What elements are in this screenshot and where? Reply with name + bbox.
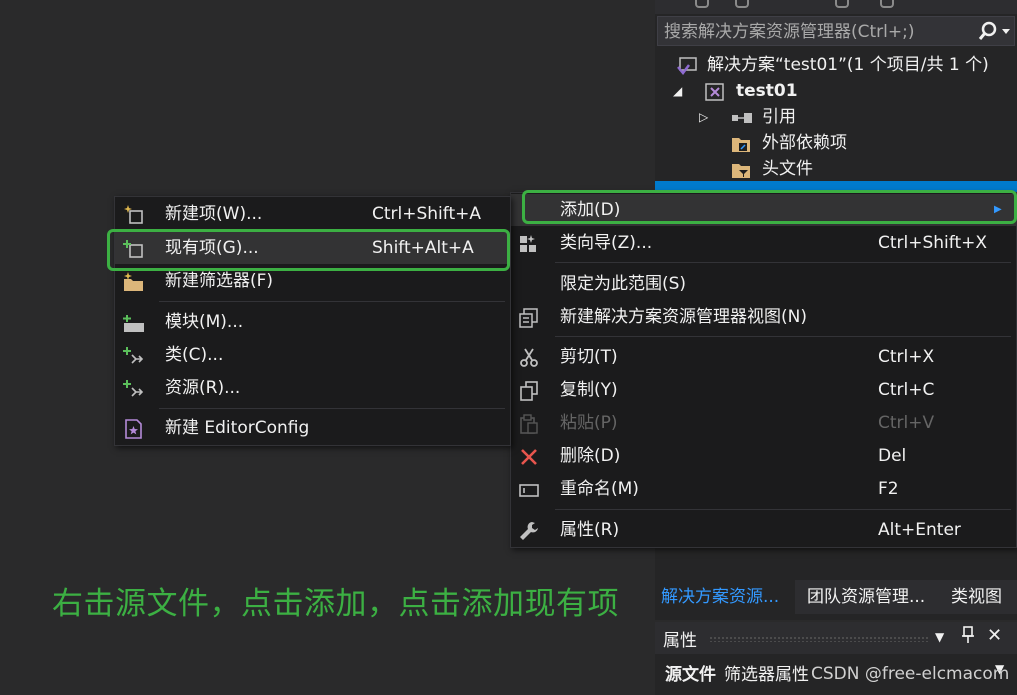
watermark: CSDN @free-elcmacom bbox=[811, 664, 1010, 684]
menu-item-shortcut: Ctrl+X bbox=[878, 347, 935, 367]
menu-item-label: 剪切(T) bbox=[560, 347, 618, 367]
tree-item-header-files[interactable]: 头文件 bbox=[655, 156, 1017, 182]
instruction-annotation: 右击源文件，点击添加，点击添加现有项 bbox=[52, 586, 619, 622]
submenu-item-class[interactable]: 类(C)... bbox=[115, 339, 510, 371]
module-icon bbox=[123, 312, 144, 332]
collapsed-arrow-icon[interactable]: ▷ bbox=[699, 104, 708, 130]
menu-item-label: 类(C)... bbox=[165, 345, 224, 365]
menu-item-cut[interactable]: 剪切(T) Ctrl+X bbox=[511, 341, 1016, 373]
menu-item-label: 类向导(Z)... bbox=[560, 233, 653, 253]
copy-icon bbox=[519, 380, 539, 401]
menu-item-scope-to-this[interactable]: 限定为此范围(S) bbox=[511, 268, 1016, 300]
context-menu: 添加(D) ▶ 类向导(Z)... Ctrl+Shift+X 限定为此范围(S) bbox=[510, 192, 1017, 548]
editorconfig-icon bbox=[123, 418, 143, 439]
menu-item-shortcut: Alt+Enter bbox=[878, 520, 961, 540]
menu-item-label: 模块(M)... bbox=[165, 312, 244, 332]
menu-separator bbox=[555, 336, 1011, 337]
menu-separator bbox=[555, 262, 1011, 263]
menu-item-label: 新建 EditorConfig bbox=[165, 418, 310, 438]
paste-icon bbox=[519, 413, 539, 434]
menu-item-rename[interactable]: 重命名(M) F2 bbox=[511, 473, 1016, 505]
solution-explorer-toolbar bbox=[655, 0, 1017, 14]
menu-item-label: 新建项(W)... bbox=[165, 204, 263, 224]
menu-item-label: 新建解决方案资源管理器视图(N) bbox=[560, 307, 807, 327]
menu-item-delete[interactable]: 删除(D) Del bbox=[511, 440, 1016, 472]
menu-separator bbox=[159, 301, 505, 302]
chevron-down-icon[interactable]: ▼ bbox=[935, 630, 944, 644]
project-icon bbox=[705, 83, 724, 101]
submenu-item-resource[interactable]: 资源(R)... bbox=[115, 372, 510, 404]
highlight-box-add bbox=[522, 190, 1017, 224]
properties-object-name: 源文件 bbox=[665, 665, 716, 685]
toolbar-icon[interactable] bbox=[695, 0, 709, 8]
menu-item-label: 资源(R)... bbox=[165, 378, 241, 398]
menu-item-shortcut: Ctrl+V bbox=[878, 413, 935, 433]
menu-item-shortcut: Ctrl+C bbox=[878, 380, 935, 400]
menu-item-new-explorer-view[interactable]: 新建解决方案资源管理器视图(N) bbox=[511, 301, 1016, 333]
new-item-icon bbox=[123, 204, 143, 224]
tab-solution-explorer[interactable]: 解决方案资源... bbox=[655, 580, 795, 614]
external-deps-icon bbox=[731, 135, 750, 152]
menu-item-label: 复制(Y) bbox=[560, 380, 618, 400]
menu-item-properties[interactable]: 属性(R) Alt+Enter bbox=[511, 514, 1016, 546]
menu-item-copy[interactable]: 复制(Y) Ctrl+C bbox=[511, 374, 1016, 406]
new-view-icon bbox=[519, 307, 539, 328]
expanded-arrow-icon[interactable]: ◢ bbox=[673, 78, 682, 104]
scissors-icon bbox=[519, 347, 539, 367]
drag-grip[interactable] bbox=[709, 636, 929, 642]
tree-item-label: 外部依赖项 bbox=[762, 133, 847, 153]
submenu-item-new-item[interactable]: 新建项(W)... Ctrl+Shift+A bbox=[115, 198, 510, 230]
menu-item-shortcut: Ctrl+Shift+X bbox=[878, 233, 988, 253]
pin-icon[interactable] bbox=[961, 626, 975, 648]
class-icon bbox=[123, 345, 144, 365]
properties-object-kind: 筛选器属性 bbox=[724, 665, 809, 685]
folder-filter-icon bbox=[731, 161, 750, 178]
menu-item-label: 删除(D) bbox=[560, 446, 621, 466]
menu-separator bbox=[159, 408, 505, 409]
solution-search-input[interactable] bbox=[664, 20, 964, 44]
solution-explorer-tabs: 解决方案资源... 团队资源管理... 类视图 bbox=[655, 580, 1017, 614]
close-icon[interactable]: ✕ bbox=[987, 625, 1002, 646]
menu-item-shortcut: Ctrl+Shift+A bbox=[372, 204, 482, 224]
toolbar-icon[interactable] bbox=[835, 0, 849, 8]
menu-separator bbox=[555, 509, 1011, 510]
highlight-box-existing-item bbox=[107, 229, 510, 271]
properties-title: 属性 bbox=[663, 631, 697, 651]
tree-item-solution[interactable]: 解决方案“test01”(1 个项目/共 1 个) bbox=[655, 52, 1017, 78]
menu-item-label: 限定为此范围(S) bbox=[560, 274, 687, 294]
tree-item-project[interactable]: ◢ test01 bbox=[655, 78, 1017, 104]
tree-item-label: test01 bbox=[736, 81, 798, 101]
menu-item-shortcut: F2 bbox=[878, 479, 899, 499]
menu-item-label: 重命名(M) bbox=[560, 479, 639, 499]
menu-item-shortcut: Del bbox=[878, 446, 907, 466]
toolbar-icon[interactable] bbox=[735, 0, 749, 8]
submenu-item-new-editorconfig[interactable]: 新建 EditorConfig bbox=[115, 412, 510, 444]
new-filter-icon bbox=[123, 271, 143, 291]
class-wizard-icon bbox=[519, 233, 539, 253]
properties-header: 属性 ▼ ✕ bbox=[655, 622, 1017, 654]
tree-item-label: 解决方案“test01”(1 个项目/共 1 个) bbox=[707, 55, 989, 75]
tree-item-references[interactable]: ▷ 引用 bbox=[655, 104, 1017, 130]
wrench-icon bbox=[519, 520, 539, 540]
rename-icon bbox=[519, 479, 539, 499]
solution-search-box bbox=[657, 16, 1015, 46]
resource-icon bbox=[123, 378, 144, 398]
submenu-item-module[interactable]: 模块(M)... bbox=[115, 306, 510, 338]
tab-team-explorer[interactable]: 团队资源管理... bbox=[801, 580, 941, 614]
solution-icon bbox=[677, 57, 697, 76]
menu-item-paste: 粘贴(P) Ctrl+V bbox=[511, 407, 1016, 439]
tree-item-label: 引用 bbox=[762, 107, 796, 127]
toolbar-icon[interactable] bbox=[880, 0, 894, 8]
references-icon bbox=[731, 109, 752, 125]
tree-item-label: 头文件 bbox=[762, 159, 813, 179]
delete-icon bbox=[519, 446, 539, 466]
properties-panel: 属性 ▼ ✕ 源文件 筛选器属性 ▼ bbox=[655, 622, 1017, 695]
menu-item-label: 属性(R) bbox=[560, 520, 620, 540]
search-icon[interactable] bbox=[970, 20, 1012, 44]
menu-item-label: 粘贴(P) bbox=[560, 413, 618, 433]
properties-object-selector[interactable]: 源文件 筛选器属性 bbox=[665, 660, 809, 685]
tree-item-external-deps[interactable]: 外部依赖项 bbox=[655, 130, 1017, 156]
menu-item-class-wizard[interactable]: 类向导(Z)... Ctrl+Shift+X bbox=[511, 227, 1016, 259]
tab-class-view[interactable]: 类视图 bbox=[945, 580, 1008, 614]
